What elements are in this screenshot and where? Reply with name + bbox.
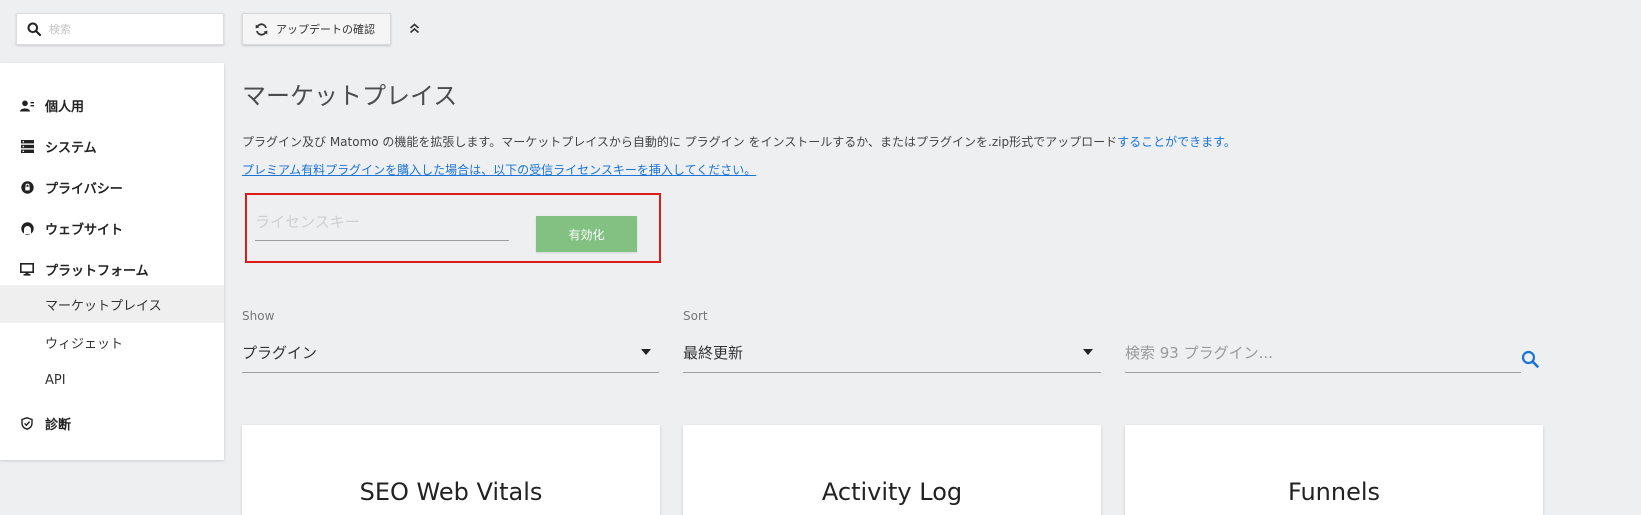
top-search-input[interactable] <box>49 22 209 36</box>
sort-filter-label: Sort <box>683 309 708 323</box>
sidebar-item-website[interactable]: ウェブサイト <box>20 219 123 238</box>
sort-filter-select[interactable]: 最終更新 <box>683 333 1101 373</box>
sidebar-item-personal[interactable]: 個人用 <box>20 96 84 115</box>
upload-plugin-link[interactable]: することができます。 <box>1117 135 1236 149</box>
sidebar-item-marketplace[interactable]: マーケットプレイス <box>0 285 224 323</box>
sidebar-item-privacy[interactable]: プライバシー <box>20 178 123 197</box>
server-icon <box>20 140 34 154</box>
plugin-search-input[interactable] <box>1125 333 1521 372</box>
monitor-icon <box>20 263 34 277</box>
sidebar-item-api[interactable]: API <box>0 361 224 399</box>
sidebar-item-label: システム <box>45 141 97 156</box>
chevron-double-up-icon <box>409 22 419 33</box>
search-icon[interactable] <box>1521 350 1539 368</box>
activate-license-button[interactable]: 有効化 <box>536 216 637 252</box>
sidebar: 個人用 システム プライバシー ウェブサイト プラットフォーム マーケットプレイ… <box>0 63 224 460</box>
top-search-box[interactable] <box>16 13 224 45</box>
marketplace-description: プラグイン及び Matomo の機能を拡張します。マーケットプレイスから自動的に… <box>242 133 1236 150</box>
user-icon <box>20 99 34 113</box>
check-updates-label: アップデートの確認 <box>276 23 375 36</box>
sidebar-item-label: 診断 <box>45 418 72 433</box>
page-title: マーケットプレイス <box>242 82 458 110</box>
plugin-card[interactable]: Activity Log <box>683 425 1101 515</box>
sidebar-item-label: API <box>45 372 66 388</box>
license-key-input[interactable] <box>255 203 509 241</box>
plugin-card[interactable]: Funnels <box>1125 425 1543 515</box>
plugin-card-title: SEO Web Vitals <box>359 478 543 506</box>
sort-filter-value: 最終更新 <box>683 344 744 362</box>
show-filter-label: Show <box>242 309 275 323</box>
refresh-icon <box>255 22 268 36</box>
sidebar-item-label: ウェブサイト <box>45 223 124 238</box>
sidebar-item-system[interactable]: システム <box>20 137 97 156</box>
caret-down-icon <box>1083 349 1093 355</box>
sidebar-item-widgets[interactable]: ウィジェット <box>0 323 224 361</box>
license-key-form: 有効化 <box>245 193 661 263</box>
show-filter-value: プラグイン <box>242 344 318 362</box>
show-filter-select[interactable]: プラグイン <box>242 333 659 373</box>
sidebar-item-platform[interactable]: プラットフォーム <box>20 260 149 279</box>
sidebar-item-label: 個人用 <box>45 100 85 115</box>
sidebar-item-label: プライバシー <box>45 182 123 197</box>
sidebar-item-label: マーケットプレイス <box>45 298 162 314</box>
premium-license-link[interactable]: プレミアム有料プラグインを購入した場合は、以下の受信ライセンスキーを挿入してくだ… <box>242 161 756 178</box>
plugin-card-title: Funnels <box>1287 478 1381 506</box>
plugin-card-title: Activity Log <box>821 478 963 506</box>
website-icon <box>20 222 34 236</box>
check-updates-button[interactable]: アップデートの確認 <box>242 13 391 45</box>
plugin-card[interactable]: SEO Web Vitals <box>242 425 660 515</box>
description-text: プラグイン及び Matomo の機能を拡張します。マーケットプレイスから自動的に… <box>242 135 1118 149</box>
lock-icon <box>20 181 34 195</box>
collapse-button[interactable] <box>406 20 422 36</box>
caret-down-icon <box>641 349 651 355</box>
sidebar-item-label: ウィジェット <box>45 336 124 352</box>
plugin-search-field[interactable] <box>1125 333 1521 373</box>
sidebar-item-label: プラットフォーム <box>45 264 149 279</box>
shield-check-icon <box>20 417 34 431</box>
sidebar-item-diagnostics[interactable]: 診断 <box>20 414 71 433</box>
search-icon <box>27 21 43 37</box>
